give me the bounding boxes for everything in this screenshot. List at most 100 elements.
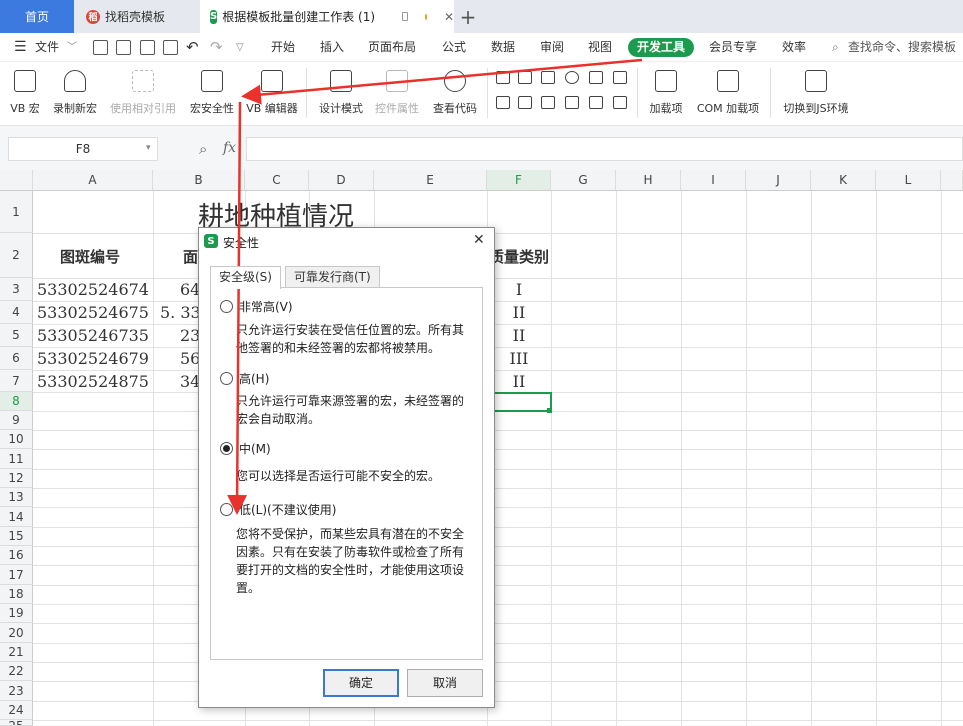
cell-f3[interactable]: I: [487, 280, 551, 299]
row-header-14[interactable]: 14: [0, 507, 33, 527]
save-icon[interactable]: [93, 40, 108, 55]
option-low-label[interactable]: 低(L)(不建议使用): [239, 501, 336, 518]
name-box[interactable]: F8: [8, 137, 158, 161]
option-high-label[interactable]: 高(H): [239, 370, 269, 387]
radio-low[interactable]: [220, 503, 233, 516]
cell-b4[interactable]: 5. 33: [160, 303, 201, 322]
row-header-13[interactable]: 13: [0, 488, 33, 507]
cancel-button[interactable]: 取消: [407, 669, 483, 697]
view-code-button[interactable]: 查看代码: [428, 62, 482, 122]
label-control-icon[interactable]: [565, 96, 579, 109]
formula-input[interactable]: [246, 137, 963, 161]
select-all-corner[interactable]: [0, 170, 33, 191]
column-header-a[interactable]: A: [33, 170, 153, 191]
command-search[interactable]: 查找命令、搜索模板: [848, 33, 956, 62]
row-header-21[interactable]: 21: [0, 643, 33, 662]
cell-f5[interactable]: II: [487, 326, 551, 345]
spin-control-icon[interactable]: [518, 96, 532, 109]
tab-security-level[interactable]: 安全级(S): [210, 266, 281, 289]
selected-cell-f8[interactable]: [487, 392, 552, 412]
menu-item-efficiency[interactable]: 效率: [782, 33, 806, 62]
menu-item-developer[interactable]: 开发工具: [628, 38, 695, 57]
redo-icon[interactable]: ↷: [210, 33, 223, 62]
js-env-button[interactable]: 切换到JS环境: [776, 62, 856, 122]
menu-item-member[interactable]: 会员专享: [709, 33, 757, 62]
cell-a7[interactable]: 53302524875: [37, 372, 149, 391]
tab-home[interactable]: 首页: [0, 0, 74, 33]
chevron-down-icon[interactable]: ﹀: [67, 33, 77, 62]
print-icon[interactable]: [140, 40, 155, 55]
option-medium-label[interactable]: 中(M): [239, 440, 271, 457]
combobox-control-icon[interactable]: [613, 71, 627, 84]
cell-f4[interactable]: II: [487, 303, 551, 322]
row-header-23[interactable]: 23: [0, 681, 33, 701]
row-header-24[interactable]: 24: [0, 701, 33, 720]
cell-f7[interactable]: II: [487, 372, 551, 391]
fill-handle[interactable]: [547, 408, 552, 413]
row-header-25[interactable]: 25: [0, 720, 33, 726]
column-header-i[interactable]: I: [681, 170, 746, 191]
textbox-control-icon[interactable]: [518, 71, 532, 84]
menu-file[interactable]: 文件: [35, 33, 59, 62]
row-header-22[interactable]: 22: [0, 662, 33, 681]
row-header-15[interactable]: 15: [0, 527, 33, 546]
export-icon[interactable]: [116, 40, 131, 55]
print-preview-icon[interactable]: [163, 40, 178, 55]
design-mode-button[interactable]: 设计模式: [314, 62, 368, 122]
menu-item-view[interactable]: 视图: [588, 33, 612, 62]
listbox-control-icon[interactable]: [589, 71, 603, 84]
menu-item-data[interactable]: 数据: [491, 33, 515, 62]
column-header-b[interactable]: B: [153, 170, 245, 191]
cell-a3[interactable]: 53302524674: [37, 280, 149, 299]
new-tab-button[interactable]: +: [456, 0, 480, 33]
picture-control-icon[interactable]: [589, 96, 603, 109]
row-header-7[interactable]: 7: [0, 370, 33, 392]
addins-button[interactable]: 加载项: [644, 62, 688, 122]
name-box-dropdown-icon[interactable]: ▾: [146, 143, 151, 153]
header-area[interactable]: 面: [183, 246, 198, 267]
column-header-l[interactable]: L: [876, 170, 941, 191]
tab-template[interactable]: 稻 找稻壳模板: [76, 0, 196, 33]
row-header-18[interactable]: 18: [0, 585, 33, 604]
row-header-3[interactable]: 3: [0, 278, 33, 301]
cell-f6[interactable]: III: [487, 349, 551, 368]
record-macro-button[interactable]: 录制新宏: [48, 62, 102, 122]
toggle-control-icon[interactable]: [613, 96, 627, 109]
header-quality-class[interactable]: 质量类别: [489, 246, 549, 267]
hamburger-icon[interactable]: ☰: [14, 33, 27, 62]
menu-item-start[interactable]: 开始: [271, 33, 295, 62]
row-header-11[interactable]: 11: [0, 449, 33, 469]
undo-icon[interactable]: ↶: [186, 33, 199, 62]
radio-very-high[interactable]: [220, 300, 233, 313]
row-header-17[interactable]: 17: [0, 565, 33, 585]
column-header-h[interactable]: H: [616, 170, 681, 191]
column-header-m[interactable]: [941, 170, 963, 191]
cell-a5[interactable]: 53305246735: [37, 326, 149, 345]
radio-high[interactable]: [220, 372, 233, 385]
relative-ref-button[interactable]: 使用相对引用: [104, 62, 182, 122]
menu-item-formula[interactable]: 公式: [442, 33, 466, 62]
more-chevron-icon[interactable]: ▽: [236, 33, 244, 62]
row-header-1[interactable]: 1: [0, 191, 33, 233]
vb-editor-button[interactable]: VB 编辑器: [243, 62, 301, 122]
zoom-icon[interactable]: ⌕: [199, 140, 207, 158]
radio-control-icon[interactable]: [565, 71, 579, 84]
search-icon[interactable]: ⌕: [832, 33, 839, 62]
close-tab-icon[interactable]: ✕: [444, 10, 454, 24]
row-header-9[interactable]: 9: [0, 411, 33, 430]
vb-macro-button[interactable]: VB 宏: [4, 62, 46, 122]
com-addins-button[interactable]: COM 加载项: [691, 62, 765, 122]
button-control-icon[interactable]: [541, 71, 555, 84]
row-header-2[interactable]: 2: [0, 233, 33, 278]
row-header-19[interactable]: 19: [0, 604, 33, 623]
row-header-4[interactable]: 4: [0, 301, 33, 324]
dialog-close-icon[interactable]: ✕: [473, 232, 485, 248]
column-header-g[interactable]: G: [551, 170, 616, 191]
column-header-e[interactable]: E: [374, 170, 487, 191]
macro-security-button[interactable]: 宏安全性: [185, 62, 239, 122]
scrollbar-control-icon[interactable]: [541, 96, 555, 109]
tab-trusted-publishers[interactable]: 可靠发行商(T): [285, 266, 380, 288]
ok-button[interactable]: 确定: [323, 669, 399, 697]
menu-item-insert[interactable]: 插入: [320, 33, 344, 62]
row-header-10[interactable]: 10: [0, 430, 33, 449]
